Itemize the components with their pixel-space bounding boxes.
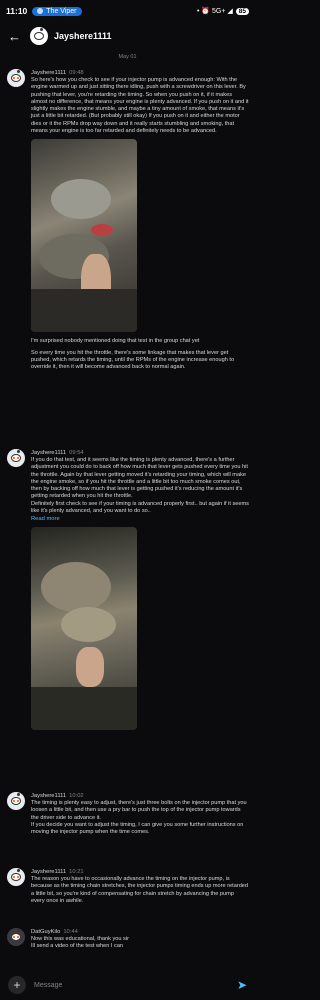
message-author[interactable]: Jayshere1111 <box>31 793 66 799</box>
message-text: If you do that test, and it seems like t… <box>31 457 249 515</box>
avatar[interactable] <box>7 868 25 886</box>
arrow-left-icon[interactable]: ← <box>8 29 24 44</box>
message-group: Jayshere1111 09:54 If you do that test, a… <box>7 449 249 736</box>
chat-header: ← Jayshere1111 <box>0 22 255 50</box>
status-indicator-icons: • ⏰ 5G+ ◢ <box>196 8 233 15</box>
plus-icon[interactable]: + <box>8 976 26 994</box>
message-author[interactable]: DatGuyKilo <box>31 929 60 935</box>
message-group: Jayshere1111 10:02 The timing is plenty e… <box>7 792 249 836</box>
avatar[interactable] <box>7 792 25 810</box>
message-time: 10:44 <box>63 929 78 935</box>
message-author[interactable]: Jayshere1111 <box>31 450 66 456</box>
message-author[interactable]: Jayshere1111 <box>31 869 66 875</box>
avatar[interactable] <box>7 449 25 467</box>
status-bar: 11:10 The Viper • ⏰ 5G+ ◢ 85 <box>0 0 255 22</box>
message-input[interactable]: Message <box>34 982 231 989</box>
day-divider: May 01 <box>118 54 137 60</box>
message-text: Now this was educational, thank you sir … <box>31 936 129 950</box>
message-text: The reason you have to occasionally adva… <box>31 876 249 904</box>
message-photo[interactable] <box>31 527 137 731</box>
status-time: 11:10 <box>6 6 28 16</box>
status-app-pill[interactable]: The Viper <box>32 6 82 16</box>
message-text: I'm surprised nobody mentioned doing tha… <box>31 338 200 345</box>
message-group: DatGuyKilo 10:44 Now this was educational… <box>7 928 249 951</box>
message-composer: + Message ➤ <box>0 970 255 1000</box>
message-time: 09:54 <box>69 450 84 456</box>
message-meta: Jayshere1111 09:48 <box>31 69 249 77</box>
message-photo[interactable] <box>31 139 137 333</box>
status-indicators: • ⏰ 5G+ ◢ 85 <box>197 7 249 15</box>
message-meta: Jayshere1111 10:02 <box>31 792 249 800</box>
message-meta: Jayshere1111 09:54 <box>31 449 249 457</box>
status-app-label: The Viper <box>46 7 77 15</box>
avatar[interactable] <box>30 27 48 45</box>
message-time: 10:02 <box>69 793 84 799</box>
read-more-link[interactable]: Read more <box>31 515 249 523</box>
avatar[interactable] <box>7 69 25 87</box>
message-text: So every time you hit the throttle, ther… <box>31 349 235 371</box>
avatar[interactable] <box>7 928 25 946</box>
message-meta: Jayshere1111 10:21 <box>31 868 249 876</box>
battery-icon: 85 <box>235 7 249 15</box>
message-time: 10:21 <box>69 869 84 875</box>
message-text: So here's how you check to see if your i… <box>31 77 249 135</box>
app-pill-icon <box>37 8 44 14</box>
send-icon[interactable]: ➤ <box>231 978 247 992</box>
message-text: The timing is plenty easy to adjust, the… <box>31 800 247 836</box>
page-title[interactable]: Jayshere1111 <box>54 31 112 41</box>
message-group: Jayshere1111 09:48 So here's how you chec… <box>7 69 249 372</box>
message-author[interactable]: Jayshere1111 <box>31 70 66 76</box>
message-time: 09:48 <box>69 70 84 76</box>
message-group: Jayshere1111 10:21 The reason you have to… <box>7 868 249 905</box>
message-meta: DatGuyKilo 10:44 <box>31 928 249 936</box>
